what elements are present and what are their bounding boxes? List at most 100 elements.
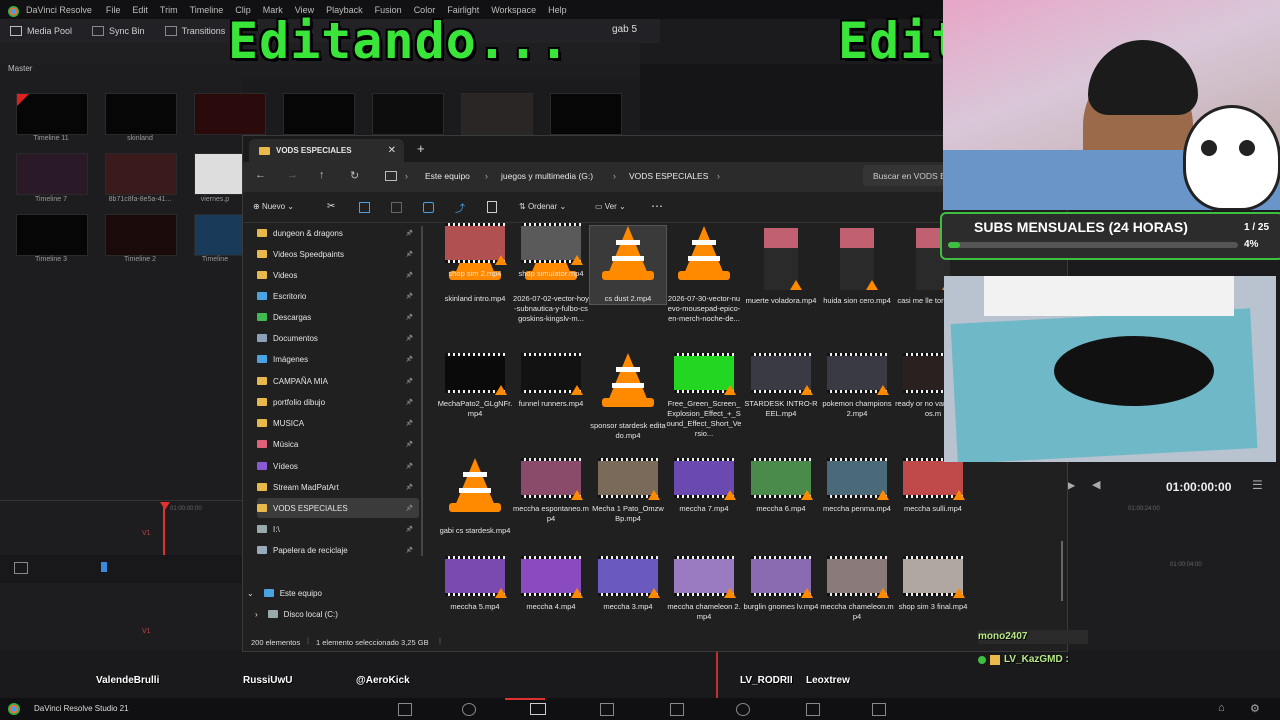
new-tab-button[interactable]: + — [417, 141, 425, 156]
clip-thumbnail[interactable] — [194, 214, 244, 256]
rocket-page-icon[interactable] — [872, 703, 886, 716]
grid-scrollbar[interactable] — [1061, 541, 1063, 601]
file-item[interactable]: meccha 4.mp4 — [513, 556, 589, 612]
clip-thumbnail[interactable] — [461, 93, 533, 135]
cut-page-icon[interactable] — [462, 703, 476, 716]
pin-icon[interactable]: 📌 — [406, 314, 413, 321]
sidebar-item-15[interactable]: Papelera de reciclaje 📌 — [257, 540, 419, 560]
share-icon[interactable]: ⤴ — [455, 200, 465, 215]
file-item[interactable]: meccha 6.mp4 — [743, 458, 819, 514]
playhead-marker[interactable] — [160, 502, 170, 510]
file-item[interactable]: meccha 7.mp4 — [666, 458, 742, 514]
sidebar-item-0[interactable]: dungeon & dragons 📌 — [257, 223, 419, 243]
sidebar-item-2[interactable]: Videos 📌 — [257, 265, 419, 285]
gear-icon[interactable]: ⚙ — [1250, 702, 1260, 715]
cut-icon[interactable]: ✂ — [327, 201, 335, 212]
pin-icon[interactable]: 📌 — [406, 251, 413, 258]
file-item[interactable]: cs dust 2.mp4 — [589, 225, 667, 305]
file-item[interactable]: shop simulator.mp4 — [513, 223, 589, 279]
file-item[interactable]: burglin gnomes lv.mp4 — [743, 556, 819, 612]
sidebar-item-1[interactable]: Videos Speedpaints 📌 — [257, 244, 419, 264]
pin-icon[interactable]: 📌 — [406, 484, 413, 491]
pin-icon[interactable]: 📌 — [406, 505, 413, 512]
file-item[interactable]: 2026-07-30-vector-nuevo-mousepad-epico-e… — [666, 226, 742, 324]
deliver-page-icon[interactable] — [806, 703, 820, 716]
file-item[interactable]: funnel runners.mp4 — [513, 353, 589, 409]
paste-icon[interactable] — [391, 202, 402, 213]
clip-thumbnail[interactable] — [283, 93, 355, 135]
fusion-page-icon[interactable] — [600, 703, 614, 716]
clip-thumbnail[interactable] — [105, 153, 177, 195]
menu-trim[interactable]: Trim — [154, 5, 184, 15]
breadcrumb[interactable]: › Este equipo › juegos y multimedia (G:)… — [375, 165, 855, 186]
sidebar-item-5[interactable]: Documentos 📌 — [257, 328, 419, 348]
resolve-app-name[interactable]: DaVinci Resolve — [0, 5, 100, 17]
pin-icon[interactable]: 📌 — [406, 335, 413, 342]
clip-thumbnail[interactable] — [550, 93, 622, 135]
pin-icon[interactable]: 📌 — [406, 441, 413, 448]
file-item[interactable]: STARDESK INTRO-REEL.mp4 — [743, 353, 819, 419]
file-item[interactable]: meccha espontaneo.mp4 — [513, 458, 589, 524]
clip-thumbnail[interactable] — [16, 214, 88, 256]
forward-arrow-icon[interactable]: → — [287, 169, 298, 181]
file-item[interactable]: pokemon champions 2.mp4 — [819, 353, 895, 419]
clip-thumbnail[interactable] — [194, 93, 266, 135]
breadcrumb-this-pc[interactable]: Este equipo — [425, 171, 470, 181]
sort-button[interactable]: ⇅ Ordenar ⌄ — [519, 202, 566, 211]
sidebar-item-14[interactable]: I:\ 📌 — [257, 519, 419, 539]
menu-timeline[interactable]: Timeline — [184, 5, 230, 15]
clip-thumbnail[interactable] — [16, 93, 88, 135]
media-pool-button[interactable]: Media Pool — [0, 26, 82, 36]
clip-thumbnail[interactable] — [105, 93, 177, 135]
new-button[interactable]: ⊕ Nuevo ⌄ — [253, 202, 294, 211]
file-item[interactable]: Mecha 1 Pato_OmzwBp.mp4 — [590, 458, 666, 524]
breadcrumb-folder[interactable]: VODS ESPECIALES — [629, 171, 708, 181]
clip-thumbnail[interactable] — [105, 214, 177, 256]
pin-icon[interactable]: 📌 — [406, 356, 413, 363]
up-arrow-icon[interactable]: ↑ — [319, 169, 325, 181]
sync-bin-button[interactable]: Sync Bin — [82, 26, 155, 36]
media-page-icon[interactable] — [398, 703, 412, 716]
sidebar-item-9[interactable]: MUSICA 📌 — [257, 413, 419, 433]
sidebar-item-10[interactable]: Música 📌 — [257, 434, 419, 454]
clip-thumbnail[interactable] — [194, 153, 244, 195]
file-item[interactable]: meccha chameleon.mp4 — [819, 556, 895, 622]
pin-icon[interactable]: 📌 — [406, 547, 413, 554]
sidebar-item-11[interactable]: Vídeos 📌 — [257, 456, 419, 476]
file-item[interactable]: muerte voladora.mp4 — [743, 226, 819, 306]
file-item[interactable]: meccha sulli.mp4 — [895, 458, 971, 514]
pin-icon[interactable]: 📌 — [406, 399, 413, 406]
rename-icon[interactable] — [423, 202, 434, 213]
file-item[interactable]: sponsor stardesk editado.mp4 — [590, 353, 666, 441]
tab-vods-especiales[interactable]: VODS ESPECIALES ✕ — [249, 139, 404, 162]
clip-thumbnail[interactable] — [16, 153, 88, 195]
tree-this-pc[interactable]: ⌄ Este equipo — [247, 583, 409, 603]
color-page-icon[interactable] — [670, 703, 684, 716]
skip-back-icon[interactable]: ◀ — [1092, 478, 1100, 491]
sidebar-item-12[interactable]: Stream MadPatArt 📌 — [257, 477, 419, 497]
tree-disk-c[interactable]: › Disco local (C:) — [255, 604, 417, 624]
file-item[interactable]: huida sion cero.mp4 — [819, 226, 895, 306]
sidebar-item-8[interactable]: portfolio dibujo 📌 — [257, 392, 419, 412]
home-icon[interactable]: ⌂ — [1218, 702, 1225, 714]
menu-icon[interactable]: ☰ — [1252, 478, 1263, 492]
pin-icon[interactable]: 📌 — [406, 230, 413, 237]
file-item[interactable]: shop sim 2.mp4 — [437, 223, 513, 279]
file-item[interactable]: MechaPato2_GLgNFr.mp4 — [437, 353, 513, 419]
more-options-icon[interactable]: ⋯ — [651, 199, 663, 213]
sidebar-item-13[interactable]: VODS ESPECIALES 📌 — [257, 498, 419, 518]
file-item[interactable]: Free_Green_Screen_Explosion_Effect_+_Sou… — [666, 353, 742, 439]
sidebar-scrollbar[interactable] — [421, 226, 423, 556]
view-button[interactable]: ▭ Ver ⌄ — [595, 202, 626, 211]
close-icon[interactable]: ✕ — [388, 145, 396, 156]
back-arrow-icon[interactable]: ← — [255, 169, 266, 181]
refresh-icon[interactable]: ↻ — [350, 169, 359, 182]
sidebar-item-7[interactable]: CAMPAÑA MIA 📌 — [257, 371, 419, 391]
copy-icon[interactable] — [359, 202, 370, 213]
timeline-tool-icon[interactable] — [14, 562, 28, 574]
file-item[interactable]: meccha penma.mp4 — [819, 458, 895, 514]
fairlight-page-icon[interactable] — [736, 703, 750, 716]
pin-icon[interactable]: 📌 — [406, 420, 413, 427]
edit-page-icon[interactable] — [530, 703, 546, 715]
pin-icon[interactable]: 📌 — [406, 463, 413, 470]
